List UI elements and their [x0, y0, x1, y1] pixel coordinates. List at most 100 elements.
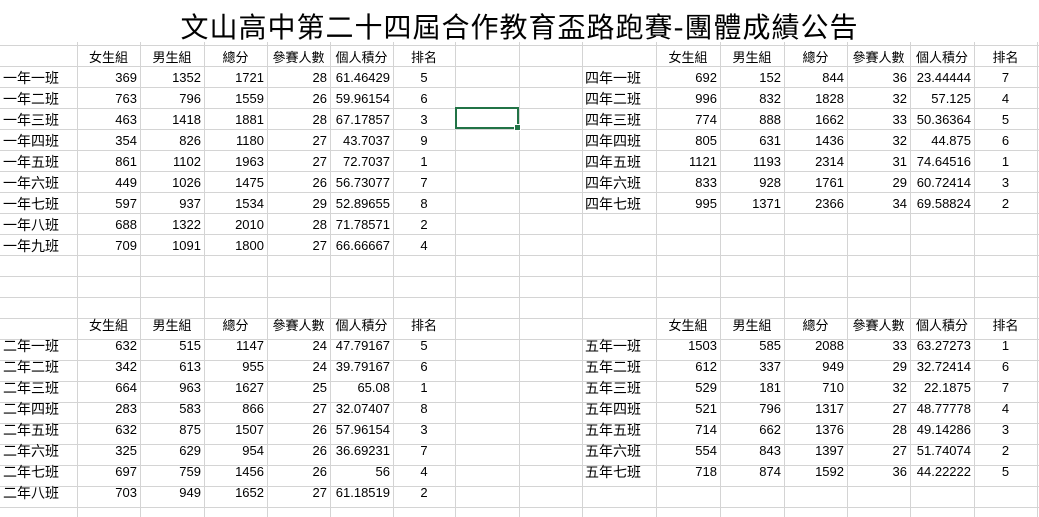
class-name-cell[interactable]: 一年一班 [0, 67, 77, 88]
class-name-cell[interactable]: 一年六班 [0, 172, 77, 193]
class-name-cell[interactable]: 二年四班 [0, 398, 77, 419]
participants-cell[interactable]: 26 [267, 461, 330, 482]
male-cell[interactable]: 583 [140, 398, 204, 419]
rank-cell[interactable]: 8 [393, 193, 455, 214]
participants-cell[interactable]: 28 [267, 67, 330, 88]
header-total[interactable]: 總分 [204, 46, 267, 67]
total-cell[interactable]: 1436 [784, 130, 847, 151]
male-cell[interactable]: 949 [140, 482, 204, 503]
rank-cell[interactable]: 3 [974, 419, 1037, 440]
participants-cell[interactable]: 27 [267, 398, 330, 419]
header-male[interactable]: 男生組 [720, 46, 784, 67]
rank-cell[interactable]: 7 [393, 440, 455, 461]
total-cell[interactable]: 1592 [784, 461, 847, 482]
rank-cell[interactable]: 4 [393, 461, 455, 482]
total-cell[interactable]: 1761 [784, 172, 847, 193]
participants-cell[interactable]: 26 [267, 440, 330, 461]
female-cell[interactable]: 354 [77, 130, 140, 151]
male-cell[interactable]: 796 [140, 88, 204, 109]
score-cell[interactable]: 56.73077 [330, 172, 393, 193]
rank-cell[interactable]: 1 [393, 151, 455, 172]
class-name-cell[interactable]: 二年三班 [0, 377, 77, 398]
class-name-cell[interactable]: 一年九班 [0, 235, 77, 256]
rank-cell[interactable]: 6 [974, 356, 1037, 377]
score-cell[interactable]: 44.875 [910, 130, 974, 151]
class-name-cell[interactable]: 四年七班 [582, 193, 656, 214]
rank-cell[interactable]: 2 [393, 482, 455, 503]
female-cell[interactable]: 718 [656, 461, 720, 482]
header-female[interactable]: 女生組 [656, 314, 720, 335]
header-score[interactable]: 個人積分 [330, 46, 393, 67]
female-cell[interactable]: 632 [77, 335, 140, 356]
rank-cell[interactable]: 1 [974, 335, 1037, 356]
rank-cell[interactable]: 2 [393, 214, 455, 235]
rank-cell[interactable]: 3 [974, 172, 1037, 193]
female-cell[interactable]: 861 [77, 151, 140, 172]
participants-cell[interactable]: 29 [267, 193, 330, 214]
header-total[interactable]: 總分 [204, 314, 267, 335]
class-name-cell[interactable]: 四年四班 [582, 130, 656, 151]
score-cell[interactable]: 57.96154 [330, 419, 393, 440]
class-name-cell[interactable]: 四年一班 [582, 67, 656, 88]
male-cell[interactable]: 796 [720, 398, 784, 419]
female-cell[interactable]: 996 [656, 88, 720, 109]
participants-cell[interactable]: 28 [267, 214, 330, 235]
female-cell[interactable]: 995 [656, 193, 720, 214]
header-rank[interactable]: 排名 [393, 46, 455, 67]
female-cell[interactable]: 1121 [656, 151, 720, 172]
participants-cell[interactable]: 28 [267, 109, 330, 130]
male-cell[interactable]: 629 [140, 440, 204, 461]
header-participants[interactable]: 參賽人數 [267, 46, 330, 67]
participants-cell[interactable]: 29 [847, 356, 910, 377]
header-female[interactable]: 女生組 [77, 46, 140, 67]
score-cell[interactable]: 59.96154 [330, 88, 393, 109]
total-cell[interactable]: 866 [204, 398, 267, 419]
score-cell[interactable]: 67.17857 [330, 109, 393, 130]
score-cell[interactable]: 43.7037 [330, 130, 393, 151]
participants-cell[interactable]: 27 [267, 130, 330, 151]
male-cell[interactable]: 1193 [720, 151, 784, 172]
female-cell[interactable]: 833 [656, 172, 720, 193]
male-cell[interactable]: 585 [720, 335, 784, 356]
male-cell[interactable]: 515 [140, 335, 204, 356]
participants-cell[interactable]: 29 [847, 172, 910, 193]
score-cell[interactable]: 71.78571 [330, 214, 393, 235]
male-cell[interactable]: 1352 [140, 67, 204, 88]
score-cell[interactable]: 69.58824 [910, 193, 974, 214]
participants-cell[interactable]: 36 [847, 67, 910, 88]
female-cell[interactable]: 697 [77, 461, 140, 482]
rank-cell[interactable]: 1 [974, 151, 1037, 172]
score-cell[interactable]: 74.64516 [910, 151, 974, 172]
header-female[interactable]: 女生組 [656, 46, 720, 67]
rank-cell[interactable]: 9 [393, 130, 455, 151]
score-cell[interactable]: 52.89655 [330, 193, 393, 214]
participants-cell[interactable]: 26 [267, 172, 330, 193]
rank-cell[interactable]: 3 [393, 419, 455, 440]
rank-cell[interactable]: 6 [393, 88, 455, 109]
female-cell[interactable]: 529 [656, 377, 720, 398]
male-cell[interactable]: 928 [720, 172, 784, 193]
male-cell[interactable]: 662 [720, 419, 784, 440]
header-male[interactable]: 男生組 [720, 314, 784, 335]
rank-cell[interactable]: 4 [974, 88, 1037, 109]
class-name-cell[interactable]: 一年三班 [0, 109, 77, 130]
score-cell[interactable]: 51.74074 [910, 440, 974, 461]
rank-cell[interactable]: 7 [393, 172, 455, 193]
participants-cell[interactable]: 32 [847, 130, 910, 151]
total-cell[interactable]: 1147 [204, 335, 267, 356]
class-name-cell[interactable]: 五年二班 [582, 356, 656, 377]
total-cell[interactable]: 2010 [204, 214, 267, 235]
rank-cell[interactable]: 1 [393, 377, 455, 398]
participants-cell[interactable]: 27 [267, 151, 330, 172]
participants-cell[interactable]: 26 [267, 419, 330, 440]
total-cell[interactable]: 1376 [784, 419, 847, 440]
total-cell[interactable]: 1559 [204, 88, 267, 109]
header-total[interactable]: 總分 [784, 314, 847, 335]
header-participants[interactable]: 參賽人數 [267, 314, 330, 335]
female-cell[interactable]: 342 [77, 356, 140, 377]
class-name-cell[interactable]: 五年三班 [582, 377, 656, 398]
rank-cell[interactable]: 7 [974, 377, 1037, 398]
total-cell[interactable]: 2366 [784, 193, 847, 214]
class-name-cell[interactable]: 二年七班 [0, 461, 77, 482]
participants-cell[interactable]: 27 [847, 398, 910, 419]
